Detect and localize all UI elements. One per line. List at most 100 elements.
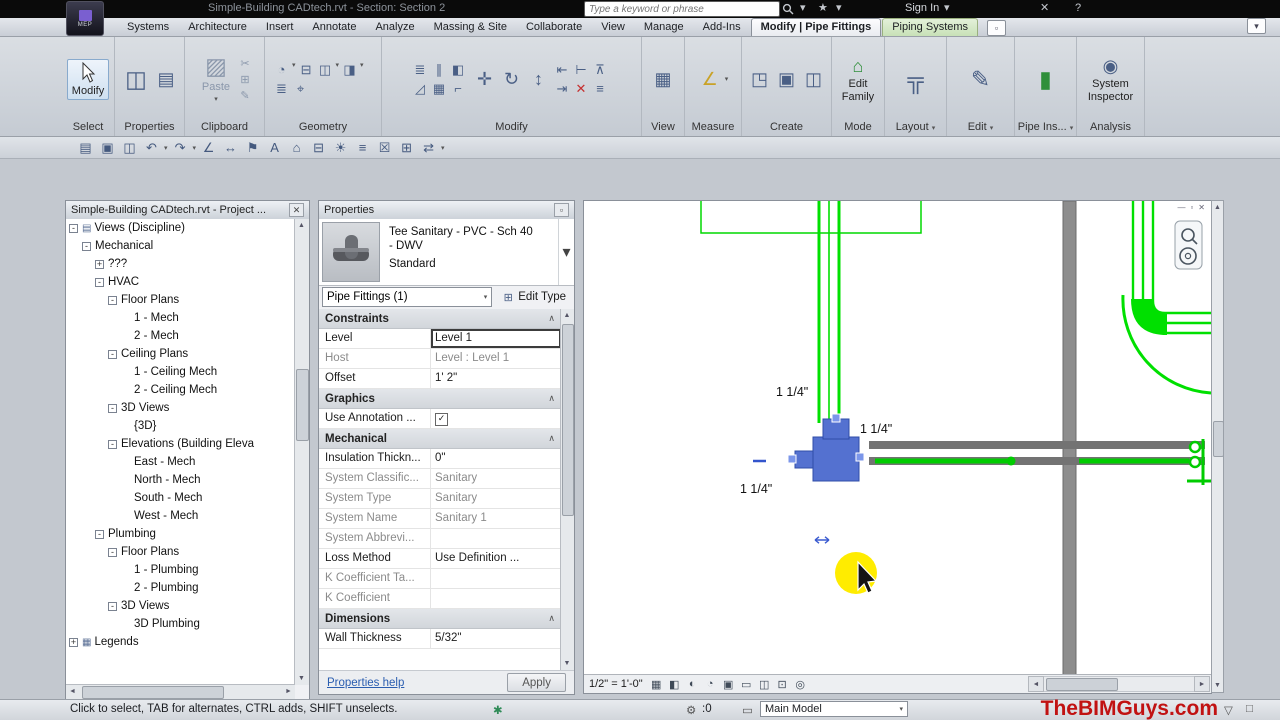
expand-icon[interactable]: + [69,637,78,647]
scroll-up-icon[interactable]: ▲ [295,219,308,232]
tree-item[interactable]: South - Mech [66,489,295,507]
tree-item[interactable]: -3D Views [66,597,295,615]
cut-geometry-icon[interactable]: ⊟ [298,61,315,78]
detail-level-icon[interactable]: ▦ [649,677,664,692]
scroll-thumb[interactable] [1046,678,1118,691]
property-value[interactable] [431,569,561,588]
measure-icon[interactable]: ∠ [698,68,722,90]
create-group-icon[interactable]: ◳ [748,68,772,90]
offset-icon[interactable]: ∥ [431,61,448,78]
qat-customize-icon[interactable]: ▾ [441,144,445,152]
layout-icon[interactable]: ╦ [901,65,931,93]
tree-item[interactable]: - ▤ Views (Discipline) [66,219,295,237]
tab-manage[interactable]: Manage [635,19,693,36]
scroll-down-icon[interactable]: ▼ [1211,679,1224,692]
create-assembly-icon[interactable]: ◫ [802,68,826,90]
section-collapse-icon[interactable]: ∧ [548,313,555,324]
collapse-icon[interactable]: - [82,241,91,251]
modify-button[interactable]: Modify [66,58,110,100]
open-icon[interactable]: ▤ [76,139,95,157]
tree-item[interactable]: 2 - Plumbing [66,579,295,597]
print-icon[interactable]: ◫ [120,139,139,157]
property-value[interactable]: Sanitary 1 [431,509,561,528]
collapse-icon[interactable]: - [95,277,104,287]
default-3d-view-icon[interactable]: ⌂ [287,139,306,157]
section-collapse-icon[interactable]: ∧ [548,433,555,444]
property-value[interactable]: Use Definition ... [431,549,561,568]
aligned-dimension-icon[interactable]: ↔ [221,139,240,157]
type-selector-dropdown-icon[interactable]: ▾ [558,219,574,285]
tree-item[interactable]: - HVAC [66,273,295,291]
properties-help-link[interactable]: Properties help [327,677,404,689]
mirror-icon[interactable]: ◧ [450,61,467,78]
collapse-icon[interactable]: - [108,601,117,611]
undo-dropdown-icon[interactable]: ▾ [164,144,168,152]
property-section-header[interactable]: Graphics ∧ [319,389,561,409]
property-value[interactable]: 0" [431,449,561,468]
tree-item[interactable]: {3D} [66,417,295,435]
help-icon[interactable]: ? [1075,1,1081,16]
property-value[interactable]: Level : Level 1 [431,349,561,368]
property-row[interactable]: K Coefficient [319,589,561,609]
text-icon[interactable]: A [265,139,284,157]
temporary-hide-icon[interactable]: ◫ [757,677,772,692]
edit-family-button[interactable]: ⌂ Edit Family [838,53,878,105]
select-toggle-icon[interactable]: □ [1246,703,1253,715]
sun-path-icon[interactable]: ◐ [685,677,700,692]
cut-icon[interactable]: ✂ [238,56,252,70]
scroll-left-icon[interactable]: ◄ [66,685,79,698]
filter-icon[interactable]: ▽ [1224,703,1233,717]
collapse-icon[interactable]: - [108,547,117,557]
checkbox-checked-icon[interactable]: ✓ [435,413,448,426]
section-icon[interactable]: ⊟ [309,139,328,157]
tab-piping-systems[interactable]: Piping Systems [882,18,979,36]
edit-pipe-icon[interactable]: ✎ [966,65,996,93]
tab-add-ins[interactable]: Add-Ins [694,19,750,36]
property-row[interactable]: Use Annotation ... ✓ [319,409,561,429]
worksets-icon[interactable]: ⚙ [686,703,696,717]
view-minimize-icon[interactable]: — [1177,203,1185,212]
crop-view-icon[interactable]: ▣ [721,677,736,692]
copy-icon[interactable]: ⊞ [238,72,252,86]
scroll-up-icon[interactable]: ▲ [561,309,573,322]
press-drag-icon[interactable]: ✱ [493,703,503,717]
tab-collaborate[interactable]: Collaborate [517,19,591,36]
paste-button[interactable]: ▨ Paste ▾ [197,50,235,108]
match-type-icon[interactable]: ✎ [238,88,252,102]
tab-analyze[interactable]: Analyze [366,19,423,36]
edit-type-button[interactable]: ⊞ Edit Type [496,287,571,307]
property-row[interactable]: Insulation Thickn... 0" [319,449,561,469]
array-icon[interactable]: ▦ [431,80,448,97]
split-element-icon[interactable]: ⊢ [573,61,590,78]
tree-item[interactable]: 2 - Ceiling Mech [66,381,295,399]
pin-icon[interactable]: ⊼ [592,61,609,78]
edit-dropdown-icon[interactable]: ▾ [990,125,994,132]
measure-dropdown-icon[interactable]: ▾ [725,75,729,83]
project-browser-vscrollbar[interactable]: ▲ ▼ [294,219,309,685]
tree-item[interactable]: West - Mech [66,507,295,525]
tree-item[interactable]: North - Mech [66,471,295,489]
create-similar-icon[interactable]: ▣ [775,68,799,90]
ribbon-state-toggle[interactable]: ▫ [987,20,1007,36]
drawing-area[interactable]: 1 1/4" 1 1/4" 1 1/4" — ▫ ✕ 1/2" = 1'-0" … [583,200,1212,694]
section-collapse-icon[interactable]: ∧ [548,613,555,624]
property-row[interactable]: K Coefficient Ta... [319,569,561,589]
pipe-ins-dropdown-icon[interactable]: ▾ [1070,125,1074,132]
properties-scrollbar[interactable]: ▲ ▼ [560,309,574,670]
demolish-icon[interactable]: ≣ [273,80,290,97]
system-inspector-button[interactable]: ◉ System Inspector [1084,53,1137,105]
type-selector[interactable]: Tee Sanitary - PVC - Sch 40 - DWV Standa… [319,219,574,286]
element-filter-combo[interactable]: Pipe Fittings (1) ▾ [322,287,493,307]
collapse-icon[interactable]: - [69,223,78,233]
paint-icon[interactable]: ◨ [341,61,358,78]
tree-item[interactable]: - Floor Plans [66,291,295,309]
thin-lines-icon[interactable]: ≡ [592,80,609,97]
property-value[interactable]: 5/32" [431,629,561,648]
property-row[interactable]: Loss Method Use Definition ... [319,549,561,569]
project-browser-hscrollbar[interactable]: ◄ ► [66,684,295,699]
property-value[interactable] [431,589,561,608]
design-options-icon[interactable]: ▭ [742,703,753,717]
section-collapse-icon[interactable]: ∧ [548,393,555,404]
scale-icon[interactable]: ◿ [412,80,429,97]
dimension-tall-icon[interactable]: ↕ [527,68,551,90]
